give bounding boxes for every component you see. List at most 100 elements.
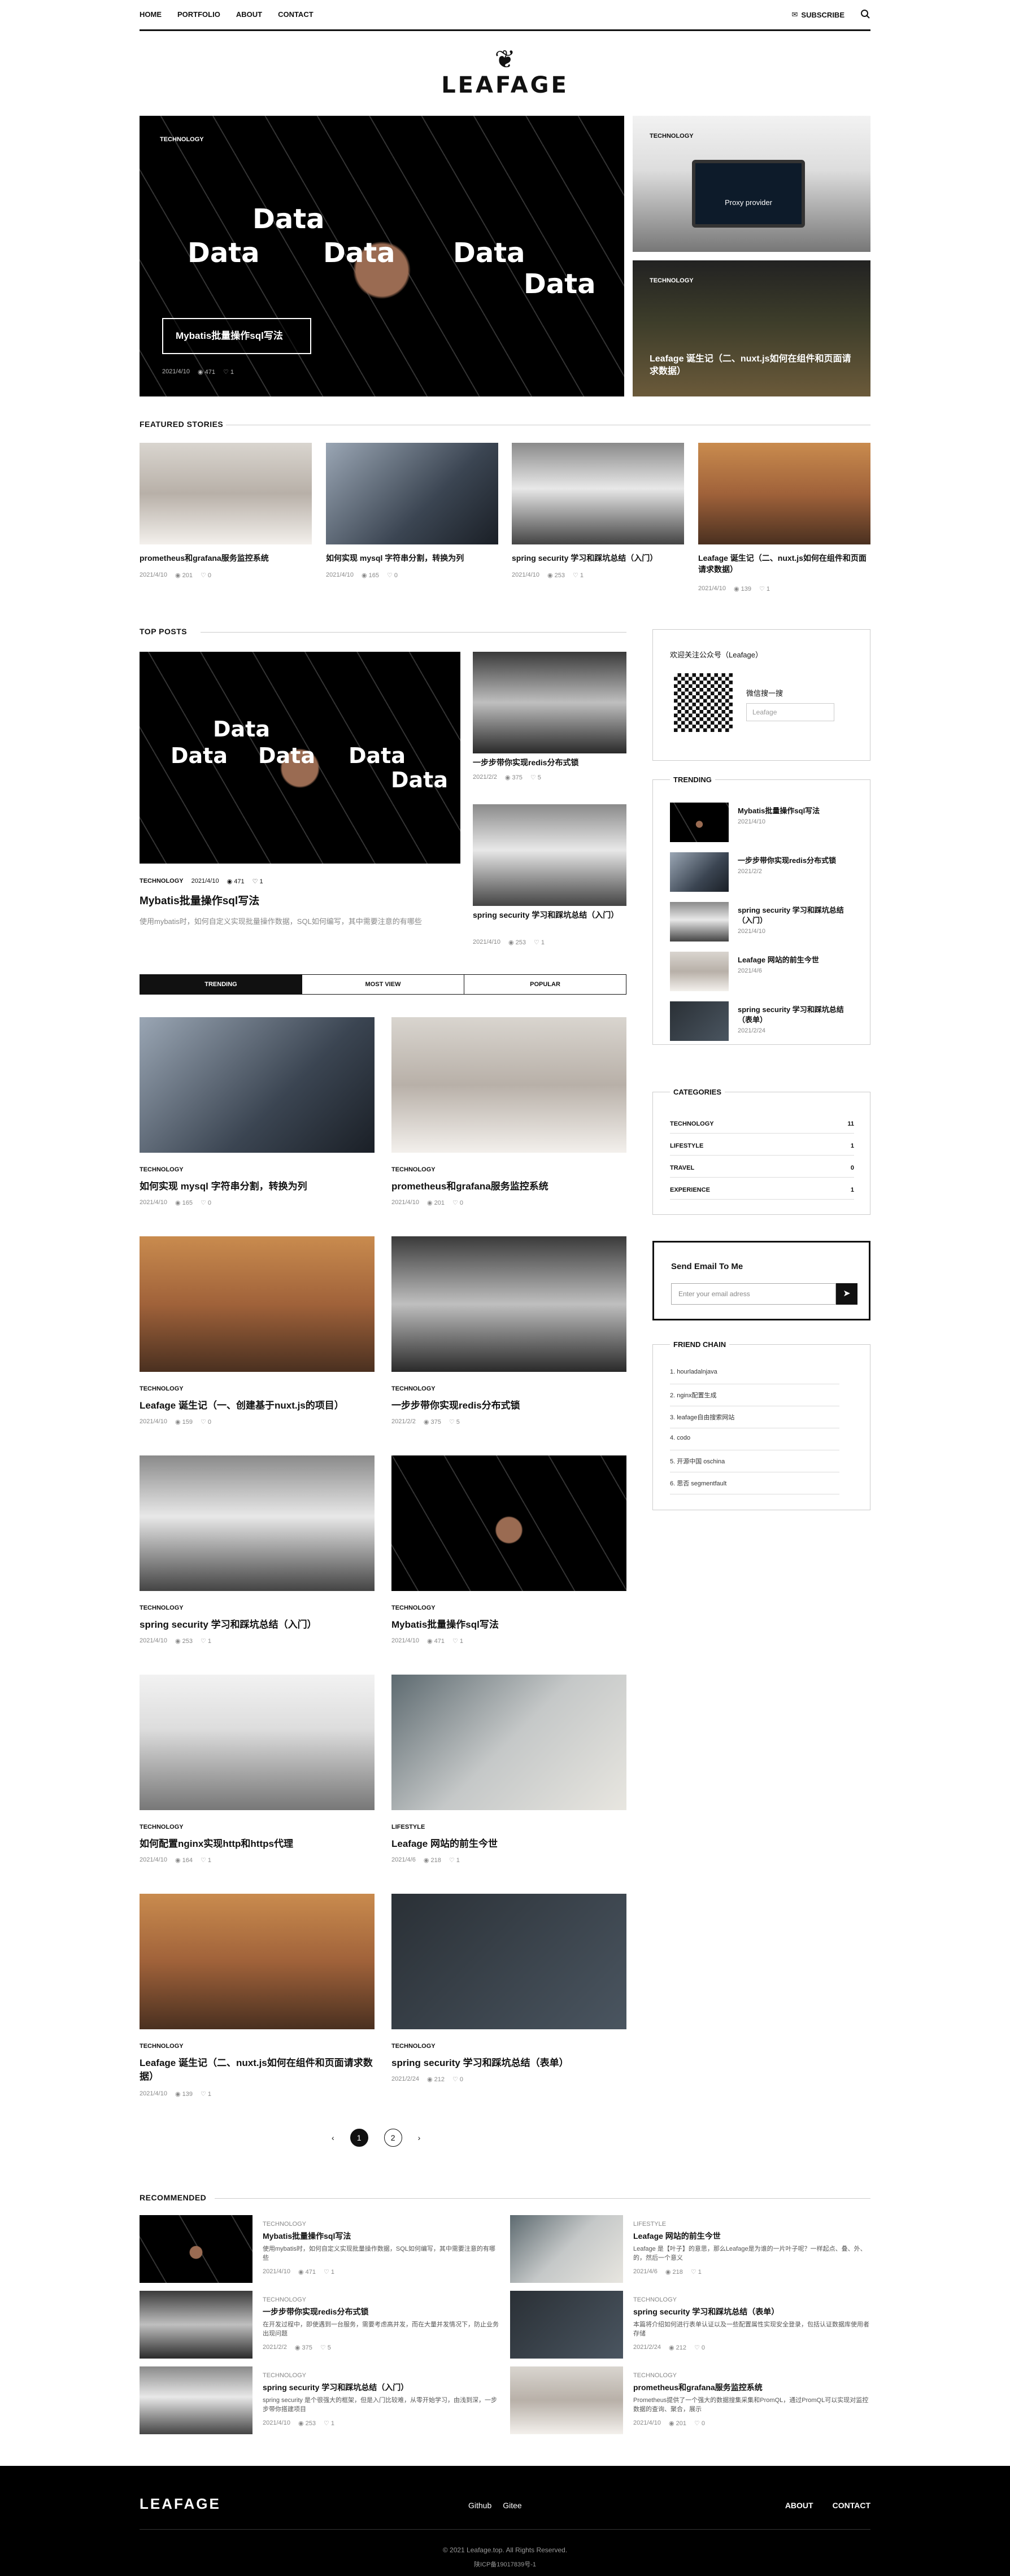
grid-post-title[interactable]: Leafage 网站的前生今世 bbox=[391, 1837, 626, 1851]
footer-copyright: © 2021 Leafage.top. All Rights Reserved. bbox=[442, 2546, 568, 2554]
recommended-thumb[interactable] bbox=[510, 2215, 623, 2283]
grid-post-image[interactable] bbox=[140, 1675, 375, 1810]
trending-thumb[interactable] bbox=[670, 902, 729, 942]
trending-date: 2021/4/10 bbox=[738, 928, 765, 935]
footer-gitee-link[interactable]: Gitee bbox=[503, 2501, 521, 2510]
footer-github-link[interactable]: Github bbox=[468, 2501, 491, 2510]
category-item[interactable]: TRAVEL 0 bbox=[670, 1162, 854, 1178]
grid-post-image[interactable] bbox=[391, 1236, 626, 1372]
friend-link[interactable]: 6. 思否 segmentfault bbox=[670, 1479, 839, 1494]
grid-post-image[interactable] bbox=[140, 1894, 375, 2029]
footer-about-link[interactable]: ABOUT bbox=[785, 2501, 813, 2510]
send-icon[interactable]: ➤ bbox=[836, 1283, 857, 1305]
grid-post-image[interactable] bbox=[140, 1236, 375, 1372]
friend-link[interactable]: 5. 开源中国 oschina bbox=[670, 1457, 839, 1472]
top-main-image[interactable]: Data Data Data Data Data bbox=[140, 652, 460, 864]
grid-post-image[interactable] bbox=[391, 1675, 626, 1810]
trending-title[interactable]: Mybatis批量操作sql写法 bbox=[738, 806, 851, 816]
featured-title[interactable]: Leafage 诞生记（二、nuxt.js如何在组件和页面请求数据） bbox=[698, 552, 870, 575]
category-item[interactable]: TECHNOLOGY 11 bbox=[670, 1118, 854, 1134]
recommended-thumb[interactable] bbox=[140, 2291, 252, 2359]
friend-link[interactable]: 1. hourladalnjava bbox=[670, 1368, 839, 1384]
grid-post-title[interactable]: prometheus和grafana服务监控系统 bbox=[391, 1180, 626, 1193]
grid-post-title[interactable]: 如何实现 mysql 字符串分割，转换为列 bbox=[140, 1180, 375, 1193]
hero-right-card-1[interactable]: TECHNOLOGY Proxy provider bbox=[633, 116, 870, 252]
trending-title[interactable]: Leafage 网站的前生今世 bbox=[738, 955, 851, 965]
likes-count: ♡ 1 bbox=[323, 2420, 334, 2427]
friend-link[interactable]: 2. nginx配置生成 bbox=[670, 1391, 839, 1406]
top-side-title-2[interactable]: spring security 学习和踩坑总结（入门） bbox=[473, 909, 626, 921]
recommended-title[interactable]: prometheus和grafana服务监控系统 bbox=[633, 2382, 870, 2392]
wechat-search-field[interactable]: Leafage bbox=[746, 703, 834, 721]
grid-post-title[interactable]: 如何配置nginx实现http和https代理 bbox=[140, 1837, 375, 1851]
trending-thumb[interactable] bbox=[670, 852, 729, 892]
grid-post-image[interactable] bbox=[391, 1894, 626, 2029]
grid-post-image[interactable] bbox=[140, 1455, 375, 1591]
top-side-image-1[interactable] bbox=[473, 652, 626, 753]
hero-main-card[interactable]: TECHNOLOGY Data Data Data Data Data Myba… bbox=[140, 116, 624, 396]
next-page-button[interactable]: › bbox=[418, 2133, 421, 2142]
grid-post-title[interactable]: Mybatis批量操作sql写法 bbox=[391, 1618, 626, 1632]
category-name: LIFESTYLE bbox=[670, 1143, 704, 1149]
trending-thumb[interactable] bbox=[670, 952, 729, 991]
nav-about[interactable]: ABOUT bbox=[236, 10, 262, 19]
top-side-title-1[interactable]: 一步步带你实现redis分布式锁 bbox=[473, 757, 626, 768]
hero-main-title[interactable]: Mybatis批量操作sql写法 bbox=[162, 318, 311, 354]
prev-page-button[interactable]: ‹ bbox=[332, 2133, 334, 2142]
recommended-title[interactable]: Mybatis批量操作sql写法 bbox=[263, 2231, 500, 2241]
footer-logo[interactable]: LEAFAGE bbox=[140, 2495, 221, 2513]
featured-image[interactable] bbox=[140, 443, 312, 544]
featured-title[interactable]: prometheus和grafana服务监控系统 bbox=[140, 552, 312, 564]
featured-title[interactable]: 如何实现 mysql 字符串分割，转换为列 bbox=[326, 552, 498, 564]
grid-post-image[interactable] bbox=[391, 1017, 626, 1153]
nav-contact[interactable]: CONTACT bbox=[278, 10, 314, 19]
search-icon[interactable] bbox=[860, 9, 870, 19]
top-side-image-2[interactable] bbox=[473, 804, 626, 906]
tab-popular[interactable]: POPULAR bbox=[464, 975, 626, 994]
logo-text: LEAFAGE bbox=[441, 72, 569, 98]
grid-post-image[interactable] bbox=[391, 1455, 626, 1591]
grid-post-title[interactable]: Leafage 诞生记（一、创建基于nuxt.js的项目） bbox=[140, 1399, 375, 1413]
recommended-title[interactable]: spring security 学习和踩坑总结（表单） bbox=[633, 2307, 870, 2317]
grid-post-title[interactable]: Leafage 诞生记（二、nuxt.js如何在组件和页面请求数据） bbox=[140, 2056, 375, 2084]
trending-title[interactable]: spring security 学习和踩坑总结（表单） bbox=[738, 1005, 851, 1025]
recommended-title[interactable]: spring security 学习和踩坑总结（入门） bbox=[263, 2382, 500, 2392]
footer-icp[interactable]: 陕ICP备19017839号-1 bbox=[0, 2560, 1010, 2569]
subscribe-link[interactable]: ✉ SUBSCRIBE bbox=[792, 10, 844, 19]
grid-post-title[interactable]: spring security 学习和踩坑总结（表单） bbox=[391, 2056, 626, 2070]
top-main-title[interactable]: Mybatis批量操作sql写法 bbox=[140, 895, 259, 908]
category-item[interactable]: EXPERIENCE 1 bbox=[670, 1184, 854, 1200]
friend-link[interactable]: 4. codo bbox=[670, 1435, 839, 1450]
recommended-thumb[interactable] bbox=[140, 2366, 252, 2434]
trending-thumb[interactable] bbox=[670, 1001, 729, 1041]
recommended-title[interactable]: Leafage 网站的前生今世 bbox=[633, 2231, 870, 2241]
category-item[interactable]: LIFESTYLE 1 bbox=[670, 1140, 854, 1156]
featured-image[interactable] bbox=[326, 443, 498, 544]
email-input[interactable]: Enter your email adress bbox=[671, 1283, 836, 1305]
page-1-button[interactable]: 1 bbox=[350, 2129, 368, 2147]
trending-title[interactable]: spring security 学习和踩坑总结（入门） bbox=[738, 905, 851, 926]
grid-post-image[interactable] bbox=[140, 1017, 375, 1153]
page-2-button[interactable]: 2 bbox=[384, 2129, 402, 2147]
featured-image[interactable] bbox=[698, 443, 870, 544]
recommended-thumb[interactable] bbox=[510, 2366, 623, 2434]
featured-image[interactable] bbox=[512, 443, 684, 544]
trending-title[interactable]: 一步步带你实现redis分布式锁 bbox=[738, 856, 851, 866]
hero-right2-title[interactable]: Leafage 诞生记（二、nuxt.js如何在组件和页面请求数据） bbox=[650, 353, 859, 378]
trending-thumb[interactable] bbox=[670, 803, 729, 842]
featured-title[interactable]: spring security 学习和踩坑总结（入门） bbox=[512, 552, 684, 564]
nav-home[interactable]: HOME bbox=[140, 10, 162, 19]
views-value: 375 bbox=[302, 2344, 312, 2351]
friend-link[interactable]: 3. leafage自由搜索网站 bbox=[670, 1413, 839, 1428]
tab-most-view[interactable]: MOST VIEW bbox=[302, 975, 464, 994]
recommended-thumb[interactable] bbox=[140, 2215, 252, 2283]
recommended-thumb[interactable] bbox=[510, 2291, 623, 2359]
hero-right-card-2[interactable]: TECHNOLOGY Leafage 诞生记（二、nuxt.js如何在组件和页面… bbox=[633, 260, 870, 396]
grid-post-title[interactable]: 一步步带你实现redis分布式锁 bbox=[391, 1399, 626, 1413]
tab-trending[interactable]: TRENDING bbox=[140, 975, 302, 994]
grid-post-title[interactable]: spring security 学习和踩坑总结（入门） bbox=[140, 1618, 375, 1632]
footer-contact-link[interactable]: CONTACT bbox=[833, 2501, 870, 2510]
recommended-title[interactable]: 一步步带你实现redis分布式锁 bbox=[263, 2307, 500, 2317]
nav-portfolio[interactable]: PORTFOLIO bbox=[177, 10, 220, 19]
site-logo[interactable]: ❦ LEAFAGE bbox=[0, 47, 1010, 99]
